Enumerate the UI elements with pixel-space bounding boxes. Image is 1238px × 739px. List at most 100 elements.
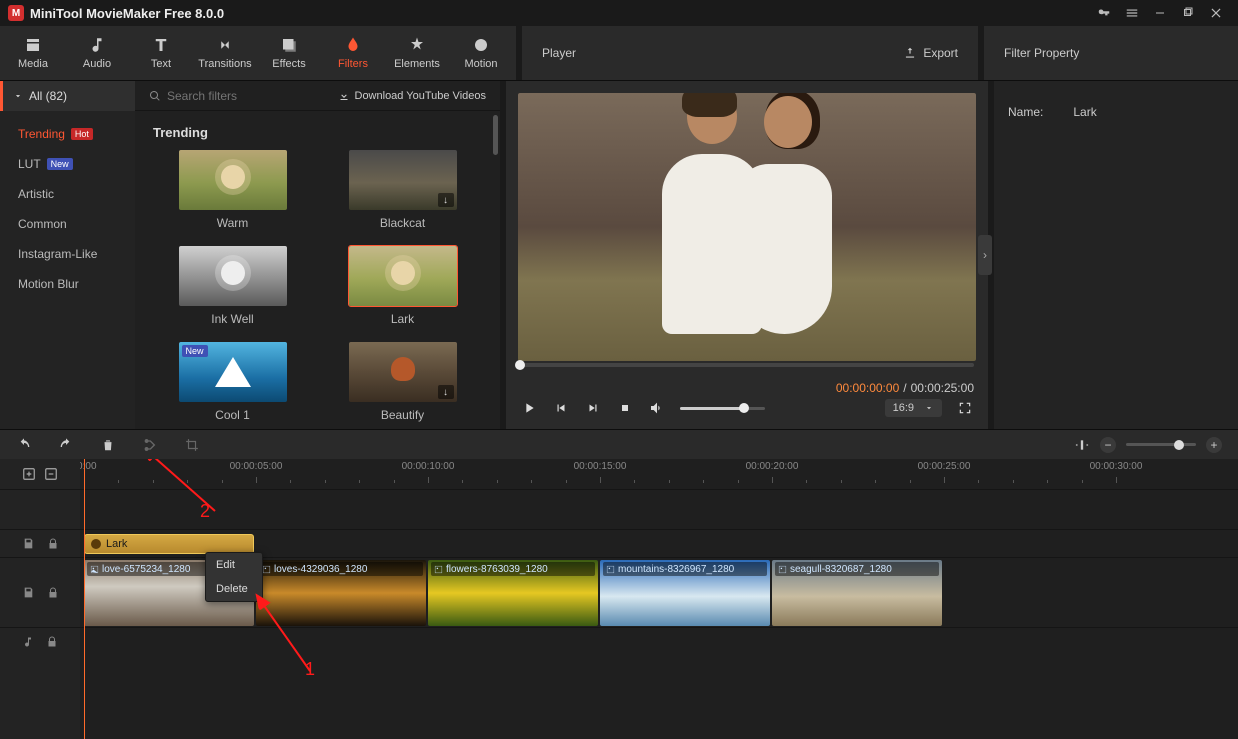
filter-track-head <box>0 489 80 529</box>
key-icon[interactable] <box>1090 3 1118 23</box>
clip-loves[interactable]: loves-4329036_1280 <box>256 560 426 626</box>
split-button[interactable] <box>142 437 158 453</box>
player-total-time: 00:00:25:00 <box>911 381 974 395</box>
app-logo: M <box>8 5 24 21</box>
player-canvas[interactable] <box>518 93 976 361</box>
aspect-ratio-select[interactable]: 16:9 <box>885 399 942 417</box>
sidebar-item-common[interactable]: Common <box>0 209 135 239</box>
zoom-slider[interactable] <box>1126 443 1196 446</box>
volume-slider[interactable] <box>680 407 765 410</box>
download-badge[interactable]: ↓ <box>438 193 454 207</box>
time-ruler[interactable]: 00:0000:00:05:0000:00:10:0000:00:15:0000… <box>80 459 1238 489</box>
add-track-icon[interactable] <box>22 467 36 481</box>
prop-name-value: Lark <box>1073 105 1096 119</box>
delete-button[interactable] <box>100 437 116 453</box>
player-expand-toggle[interactable]: › <box>978 235 992 275</box>
crop-button[interactable] <box>184 437 200 453</box>
tab-media-label: Media <box>18 58 48 70</box>
zoom-out-button[interactable]: − <box>1100 437 1116 453</box>
video-track-head <box>0 557 80 627</box>
context-menu: Edit Delete <box>205 552 263 602</box>
image-icon <box>778 565 787 574</box>
player-seek-bar[interactable] <box>520 363 974 367</box>
filter-gallery: Download YouTube Videos Trending Warm ↓Bl… <box>135 81 500 429</box>
chevron-down-icon <box>13 91 23 101</box>
tab-elements[interactable]: Elements <box>388 26 446 80</box>
annotation-number-2: 2 <box>200 501 210 522</box>
export-button[interactable]: Export <box>903 46 958 60</box>
volume-icon[interactable] <box>648 399 666 417</box>
next-frame-button[interactable] <box>584 399 602 417</box>
download-youtube-link[interactable]: Download YouTube Videos <box>338 90 487 102</box>
playhead[interactable] <box>84 459 85 739</box>
filter-item-ink-well[interactable]: Ink Well <box>163 246 303 326</box>
top-toolbar: Media Audio Text Transitions Effects Fil… <box>0 26 1238 81</box>
save-icon[interactable] <box>22 537 35 550</box>
sidebar-item-motion-blur[interactable]: Motion Blur <box>0 269 135 299</box>
search-input[interactable] <box>167 89 277 103</box>
minimize-icon[interactable] <box>1146 3 1174 23</box>
image-icon <box>606 565 615 574</box>
filter-item-cool-1[interactable]: NewCool 1 <box>163 342 303 422</box>
remove-track-icon[interactable] <box>44 467 58 481</box>
spacer-track <box>80 489 1238 529</box>
search-icon <box>149 90 161 102</box>
play-button[interactable] <box>520 399 538 417</box>
effect-track-head <box>0 529 80 557</box>
close-icon[interactable] <box>1202 3 1230 23</box>
sidebar-all-label: All (82) <box>29 89 67 103</box>
tab-audio-label: Audio <box>83 58 111 70</box>
tab-effects[interactable]: Effects <box>260 26 318 80</box>
stop-button[interactable] <box>616 399 634 417</box>
zoom-in-button[interactable]: + <box>1206 437 1222 453</box>
download-badge[interactable]: ↓ <box>438 385 454 399</box>
player-panel: › 00:00:00:00 / 00:00:25:00 16:9 <box>506 81 988 429</box>
tab-transitions[interactable]: Transitions <box>196 26 254 80</box>
app-title: MiniTool MovieMaker Free 8.0.0 <box>30 6 224 21</box>
sidebar-item-trending[interactable]: TrendingHot <box>0 119 135 149</box>
fullscreen-button[interactable] <box>956 399 974 417</box>
filter-item-blackcat[interactable]: ↓Blackcat <box>333 150 473 230</box>
zoom-fit-button[interactable] <box>1074 437 1090 453</box>
tab-audio[interactable]: Audio <box>68 26 126 80</box>
redo-button[interactable] <box>58 437 74 453</box>
lock-icon[interactable] <box>47 587 59 599</box>
tab-media[interactable]: Media <box>4 26 62 80</box>
context-delete[interactable]: Delete <box>206 577 262 601</box>
clip-flowers[interactable]: flowers-8763039_1280 <box>428 560 598 626</box>
lock-icon[interactable] <box>46 636 58 648</box>
player-current-time: 00:00:00:00 <box>836 381 899 395</box>
music-icon[interactable] <box>22 636 34 648</box>
tab-transitions-label: Transitions <box>198 58 251 70</box>
export-label: Export <box>923 46 958 60</box>
clip-seagull[interactable]: seagull-8320687_1280 <box>772 560 942 626</box>
maximize-icon[interactable] <box>1174 3 1202 23</box>
gallery-scrollbar[interactable] <box>493 115 498 155</box>
filter-item-warm[interactable]: Warm <box>163 150 303 230</box>
audio-track-head <box>0 627 80 655</box>
filter-property-label: Filter Property <box>1004 46 1079 60</box>
save-icon[interactable] <box>22 586 35 599</box>
undo-button[interactable] <box>16 437 32 453</box>
gallery-heading: Trending <box>153 125 482 140</box>
tab-filters-label: Filters <box>338 58 368 70</box>
tab-effects-label: Effects <box>272 58 305 70</box>
sidebar-item-instagram-like[interactable]: Instagram-Like <box>0 239 135 269</box>
clip-mountains[interactable]: mountains-8326967_1280 <box>600 560 770 626</box>
audio-track[interactable] <box>80 627 1238 655</box>
filter-clip-lark[interactable]: Lark <box>84 534 254 554</box>
lock-icon[interactable] <box>47 538 59 550</box>
prev-frame-button[interactable] <box>552 399 570 417</box>
sidebar-all-header[interactable]: All (82) <box>0 81 135 111</box>
context-edit[interactable]: Edit <box>206 553 262 577</box>
timeline-toolbar: − + <box>0 429 1238 459</box>
sidebar-item-artistic[interactable]: Artistic <box>0 179 135 209</box>
filter-item-lark[interactable]: Lark <box>333 246 473 326</box>
filter-item-beautify[interactable]: ↓Beautify <box>333 342 473 422</box>
tab-filters[interactable]: Filters <box>324 26 382 80</box>
hamburger-icon[interactable] <box>1118 3 1146 23</box>
sidebar-item-lut[interactable]: LUTNew <box>0 149 135 179</box>
tab-motion[interactable]: Motion <box>452 26 510 80</box>
tab-text[interactable]: Text <box>132 26 190 80</box>
aspect-ratio-value: 16:9 <box>893 402 914 414</box>
